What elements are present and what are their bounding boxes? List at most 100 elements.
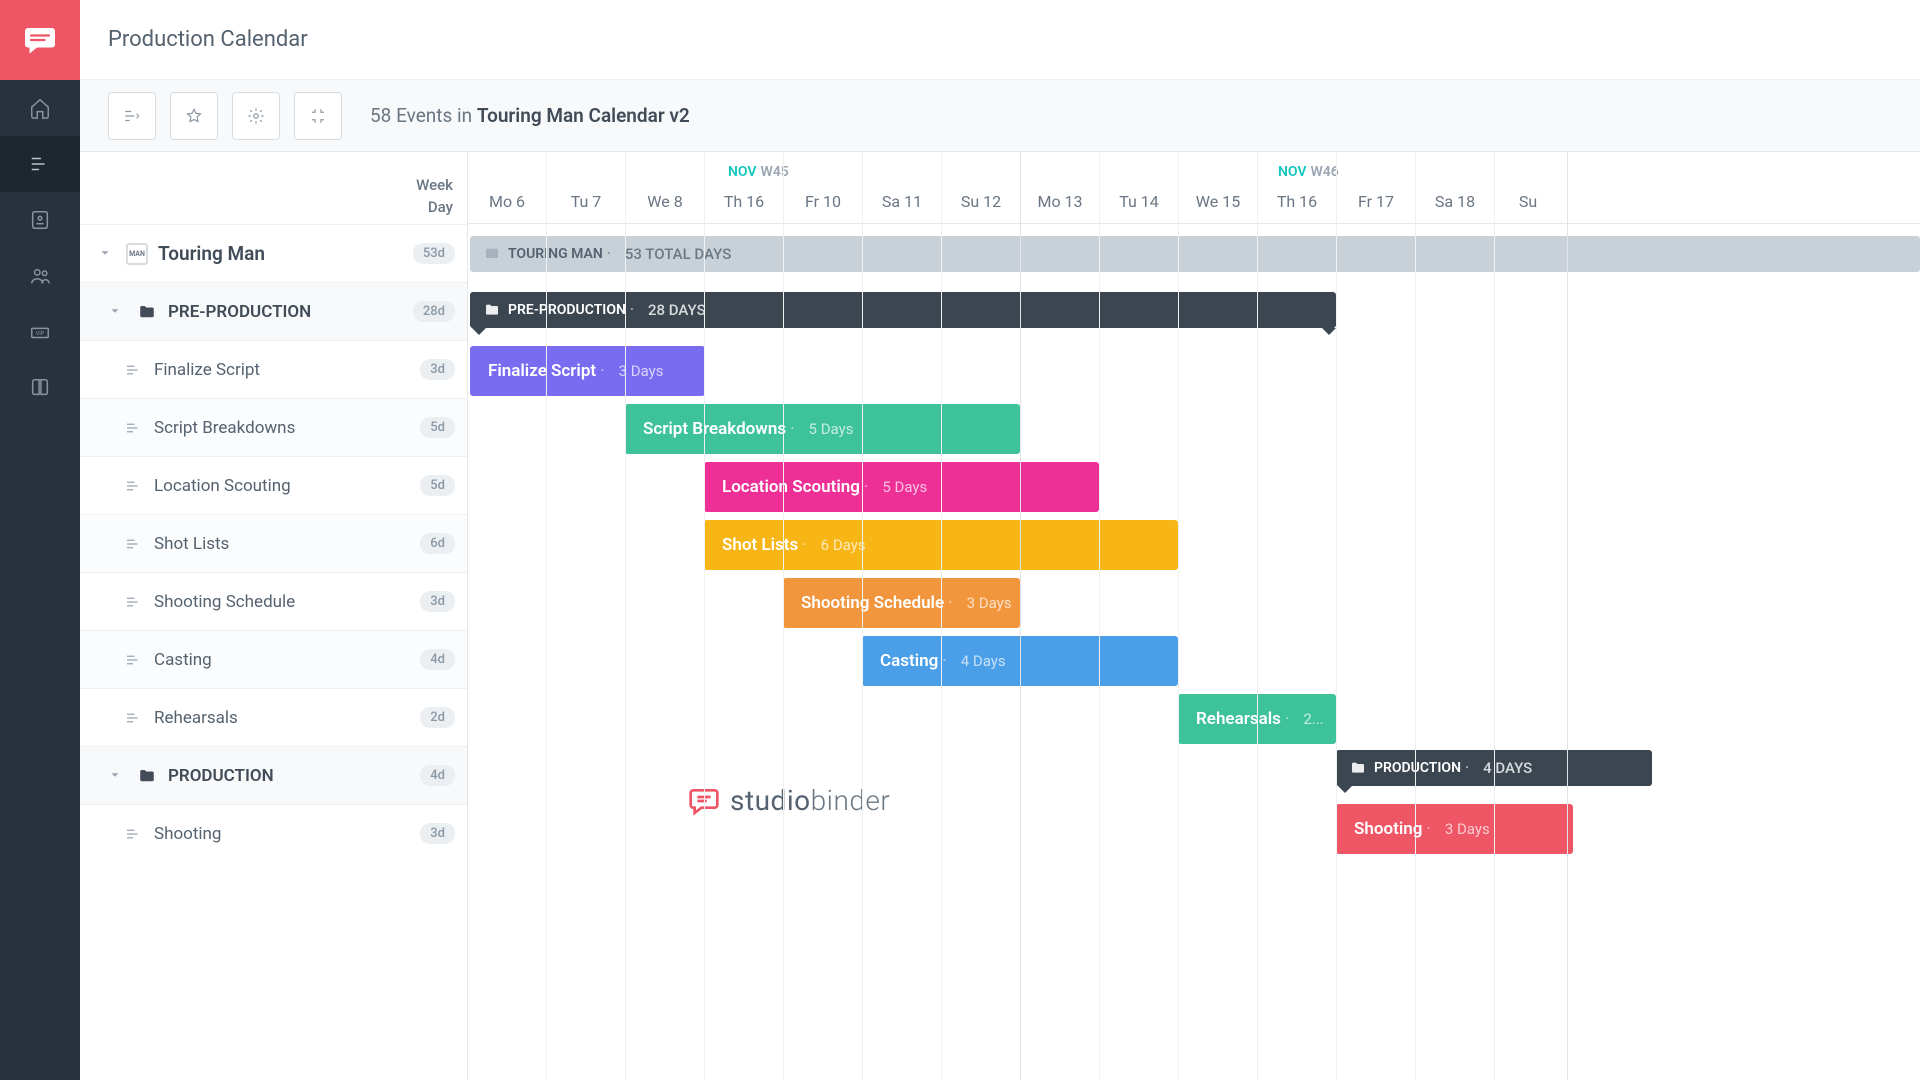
bar-title: Finalize Script — [488, 361, 596, 381]
page-title: Production Calendar — [108, 27, 308, 52]
bar-duration: 2... — [1303, 710, 1323, 728]
star-icon — [185, 107, 203, 125]
nav-docs[interactable] — [0, 360, 80, 416]
grid-line — [1257, 152, 1258, 224]
project-name: Touring Man — [158, 242, 413, 265]
bar-title: Rehearsals — [1196, 709, 1281, 729]
grid-line — [1020, 224, 1021, 1080]
task-duration-badge: 3d — [420, 359, 455, 380]
group-duration-badge: 4d — [420, 765, 455, 786]
day-column-label: Su — [1519, 192, 1537, 211]
content-split: Week Day MAN Touring Man 53d PRE-PRODUCT… — [80, 152, 1920, 1080]
day-column-label: Sa 11 — [882, 192, 922, 211]
nav-script[interactable] — [0, 192, 80, 248]
week-label: NOVW46 — [1278, 164, 1339, 180]
week-label: NOVW45 — [728, 164, 789, 180]
bar-title: Shooting Schedule — [801, 593, 944, 613]
gantt-bar-finalize-script[interactable]: Finalize Script·3 Days — [470, 346, 705, 396]
gantt-group-header-preproduction[interactable]: PRE-PRODUCTION · 28 DAYS — [470, 292, 1336, 328]
nav-people[interactable] — [0, 248, 80, 304]
settings-button[interactable] — [232, 92, 280, 140]
tree-task-rehearsals[interactable]: Rehearsals 2d — [80, 688, 467, 746]
chevron-down-icon — [108, 767, 126, 785]
gantt-pointer — [1322, 328, 1336, 335]
day-column-label: Sa 18 — [1435, 192, 1475, 211]
grid-line — [1415, 152, 1416, 224]
tree-task-script-breakdowns[interactable]: Script Breakdowns 5d — [80, 398, 467, 456]
gantt-bar-location-scouting[interactable]: Location Scouting·5 Days — [704, 462, 1099, 512]
nav-home[interactable] — [0, 80, 80, 136]
bar-title: Shot Lists — [722, 535, 798, 555]
grid-line — [1336, 152, 1337, 224]
gantt-project-header[interactable]: TOURING MAN · 53 TOTAL DAYS — [470, 236, 1920, 272]
tree-project-row[interactable]: MAN Touring Man 53d — [80, 224, 467, 282]
view-mode-button[interactable] — [108, 92, 156, 140]
bar-duration: 6 Days — [821, 536, 866, 554]
task-icon — [122, 475, 144, 497]
gantt-bar-shooting-schedule[interactable]: Shooting Schedule·3 Days — [783, 578, 1020, 628]
task-duration-badge: 5d — [420, 417, 455, 438]
grid-line — [546, 152, 547, 224]
collapse-icon — [309, 107, 327, 125]
task-tree-panel: Week Day MAN Touring Man 53d PRE-PRODUCT… — [80, 152, 468, 1080]
day-column-label: Tu 14 — [1119, 192, 1159, 211]
page-header: Production Calendar — [80, 0, 1920, 80]
grid-line — [1336, 224, 1337, 1080]
tree-head: Week Day — [80, 152, 467, 224]
tree-task-finalize-script[interactable]: Finalize Script 3d — [80, 340, 467, 398]
gantt-bar-shooting[interactable]: Shooting·3 Days — [1336, 804, 1573, 854]
gantt-group-title: PRODUCTION — [1374, 760, 1461, 776]
tree-task-shot-lists[interactable]: Shot Lists 6d — [80, 514, 467, 572]
gantt-body: TOURING MAN · 53 TOTAL DAYS PRE-PRODUCTI… — [468, 224, 1920, 1080]
collapse-button[interactable] — [294, 92, 342, 140]
grid-line — [704, 152, 705, 224]
tree-group-preproduction[interactable]: PRE-PRODUCTION 28d — [80, 282, 467, 340]
grid-line — [941, 224, 942, 1080]
day-column-label: Fr 10 — [805, 192, 841, 211]
bar-title: Casting — [880, 651, 938, 671]
tree-task-location-scouting[interactable]: Location Scouting 5d — [80, 456, 467, 514]
day-column-label: Th 16 — [1277, 192, 1317, 211]
tree-task-shooting-schedule[interactable]: Shooting Schedule 3d — [80, 572, 467, 630]
nav-calendar[interactable] — [0, 136, 80, 192]
events-count: 58 Events in — [370, 104, 477, 127]
gantt-header: NOVW45NOVW46Mo 6Tu 7We 8Th 16Fr 10Sa 11S… — [468, 152, 1920, 224]
grid-line — [625, 224, 626, 1080]
project-thumb-icon: MAN — [126, 243, 148, 265]
day-column-label: Mo 13 — [1037, 192, 1082, 211]
gantt-bar-script-breakdowns[interactable]: Script Breakdowns·5 Days — [625, 404, 1020, 454]
calendar-name: Touring Man Calendar v2 — [477, 104, 690, 127]
gantt-pointer — [472, 328, 486, 335]
grid-line — [1415, 224, 1416, 1080]
group-duration-badge: 28d — [413, 301, 455, 322]
day-column-label: Th 16 — [724, 192, 764, 211]
grid-line — [1178, 152, 1179, 224]
group-name: PRE-PRODUCTION — [168, 302, 413, 322]
gantt-icon — [29, 153, 51, 175]
task-icon — [122, 649, 144, 671]
nav-vip[interactable]: VIP — [0, 304, 80, 360]
grid-line — [1020, 152, 1021, 224]
favorite-button[interactable] — [170, 92, 218, 140]
grid-line — [704, 224, 705, 1080]
app-logo[interactable] — [0, 0, 80, 80]
tree-group-production[interactable]: PRODUCTION 4d — [80, 746, 467, 804]
bar-duration: 4 Days — [961, 652, 1006, 670]
gantt-project-days: 53 TOTAL DAYS — [625, 245, 731, 263]
task-name: Shooting Schedule — [154, 592, 420, 612]
day-column-label: We 15 — [1196, 192, 1240, 211]
task-name: Finalize Script — [154, 360, 420, 380]
tree-task-casting[interactable]: Casting 4d — [80, 630, 467, 688]
gantt-group-days: 28 DAYS — [648, 301, 706, 319]
task-duration-badge: 3d — [420, 591, 455, 612]
bar-duration: 5 Days — [882, 478, 927, 496]
gantt-panel[interactable]: NOVW45NOVW46Mo 6Tu 7We 8Th 16Fr 10Sa 11S… — [468, 152, 1920, 1080]
task-name: Script Breakdowns — [154, 418, 420, 438]
task-icon — [122, 707, 144, 729]
grid-line — [862, 224, 863, 1080]
task-icon — [122, 591, 144, 613]
tree-task-shooting[interactable]: Shooting 3d — [80, 804, 467, 862]
grid-line — [783, 224, 784, 1080]
grid-line — [1257, 224, 1258, 1080]
grid-line — [625, 152, 626, 224]
